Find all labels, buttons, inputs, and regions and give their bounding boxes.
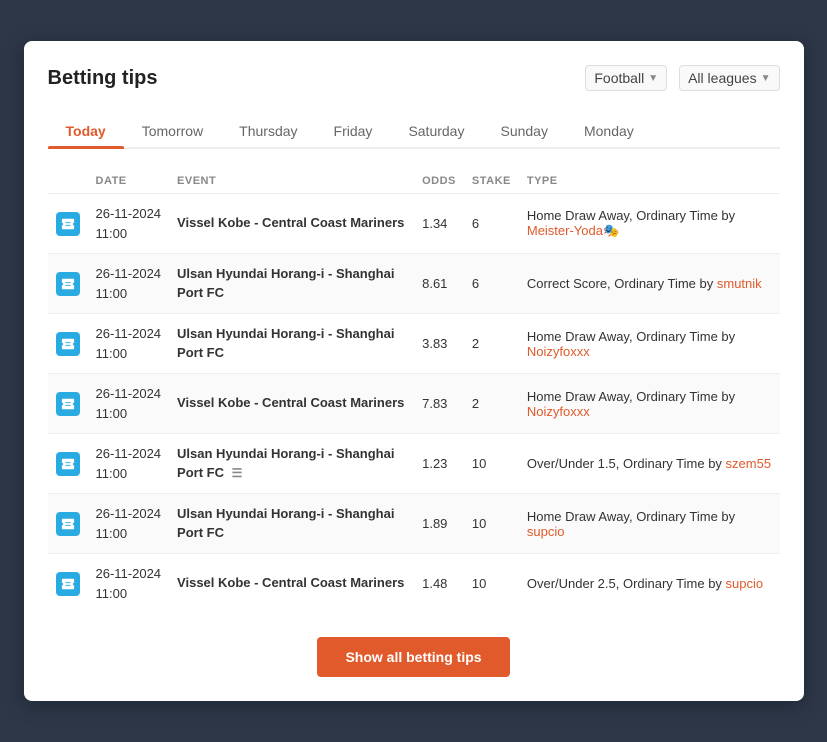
event-cell: Ulsan Hyundai Horang-i - Shanghai Port F… bbox=[169, 254, 414, 314]
col-date: DATE bbox=[88, 169, 170, 194]
ticket-icon bbox=[56, 392, 80, 416]
type-cell: Over/Under 2.5, Ordinary Time by supcio bbox=[519, 554, 780, 614]
ticket-icon bbox=[56, 272, 80, 296]
event-cell: Vissel Kobe - Central Coast Mariners bbox=[169, 374, 414, 434]
ticket-icon bbox=[56, 572, 80, 596]
sport-filter-dropdown[interactable]: Football ▼ bbox=[585, 65, 667, 91]
table-row: 26-11-202411:00Vissel Kobe - Central Coa… bbox=[48, 194, 780, 254]
ticket-icon bbox=[56, 512, 80, 536]
bet-icon-cell bbox=[48, 194, 88, 254]
author-link[interactable]: szem55 bbox=[726, 456, 772, 471]
date-cell: 26-11-202411:00 bbox=[88, 374, 170, 434]
tab-tomorrow[interactable]: Tomorrow bbox=[124, 115, 221, 147]
ticket-icon bbox=[56, 212, 80, 236]
ticket-icon bbox=[56, 452, 80, 476]
chevron-down-icon: ▼ bbox=[761, 73, 771, 84]
list-icon: ☰ bbox=[232, 465, 243, 482]
show-all-button[interactable]: Show all betting tips bbox=[317, 637, 509, 677]
odds-cell: 1.48 bbox=[414, 554, 464, 614]
stake-cell: 2 bbox=[464, 374, 519, 434]
tabs-container: TodayTomorrowThursdayFridaySaturdaySunda… bbox=[48, 115, 780, 149]
header-filters: Football ▼ All leagues ▼ bbox=[585, 65, 779, 91]
page-title: Betting tips bbox=[48, 67, 158, 90]
tab-monday[interactable]: Monday bbox=[566, 115, 652, 147]
col-odds: ODDS bbox=[414, 169, 464, 194]
stake-cell: 10 bbox=[464, 494, 519, 554]
page-header: Betting tips Football ▼ All leagues ▼ bbox=[48, 65, 780, 91]
type-cell: Home Draw Away, Ordinary Time by supcio bbox=[519, 494, 780, 554]
stake-cell: 10 bbox=[464, 434, 519, 494]
sport-filter-label: Football bbox=[594, 70, 644, 86]
event-cell: Ulsan Hyundai Horang-i - Shanghai Port F… bbox=[169, 494, 414, 554]
stake-cell: 6 bbox=[464, 194, 519, 254]
odds-cell: 1.89 bbox=[414, 494, 464, 554]
table-row: 26-11-202411:00Vissel Kobe - Central Coa… bbox=[48, 554, 780, 614]
betting-tips-card: Betting tips Football ▼ All leagues ▼ To… bbox=[24, 41, 804, 701]
tab-today[interactable]: Today bbox=[48, 115, 124, 147]
odds-cell: 1.34 bbox=[414, 194, 464, 254]
col-event: EVENT bbox=[169, 169, 414, 194]
event-cell: Ulsan Hyundai Horang-i - Shanghai Port F… bbox=[169, 434, 414, 494]
type-cell: Home Draw Away, Ordinary Time by Noizyfo… bbox=[519, 374, 780, 434]
author-link[interactable]: supcio bbox=[527, 524, 565, 539]
table-header-row: DATE EVENT ODDS STAKE TYPE bbox=[48, 169, 780, 194]
tab-saturday[interactable]: Saturday bbox=[390, 115, 482, 147]
col-type: TYPE bbox=[519, 169, 780, 194]
ticket-icon bbox=[56, 332, 80, 356]
author-link[interactable]: Noizyfoxxx bbox=[527, 404, 590, 419]
date-cell: 26-11-202411:00 bbox=[88, 314, 170, 374]
col-icon bbox=[48, 169, 88, 194]
author-link[interactable]: Noizyfoxxx bbox=[527, 344, 590, 359]
col-stake: STAKE bbox=[464, 169, 519, 194]
tab-friday[interactable]: Friday bbox=[316, 115, 391, 147]
chevron-down-icon: ▼ bbox=[648, 73, 658, 84]
odds-cell: 1.23 bbox=[414, 434, 464, 494]
bet-icon-cell bbox=[48, 374, 88, 434]
table-row: 26-11-202411:00Vissel Kobe - Central Coa… bbox=[48, 374, 780, 434]
table-row: 26-11-202411:00Ulsan Hyundai Horang-i - … bbox=[48, 254, 780, 314]
date-cell: 26-11-202411:00 bbox=[88, 194, 170, 254]
event-cell: Vissel Kobe - Central Coast Mariners bbox=[169, 554, 414, 614]
date-cell: 26-11-202411:00 bbox=[88, 254, 170, 314]
event-cell: Vissel Kobe - Central Coast Mariners bbox=[169, 194, 414, 254]
date-cell: 26-11-202411:00 bbox=[88, 554, 170, 614]
table-row: 26-11-202411:00Ulsan Hyundai Horang-i - … bbox=[48, 314, 780, 374]
table-row: 26-11-202411:00Ulsan Hyundai Horang-i - … bbox=[48, 434, 780, 494]
odds-cell: 7.83 bbox=[414, 374, 464, 434]
bet-icon-cell bbox=[48, 554, 88, 614]
league-filter-dropdown[interactable]: All leagues ▼ bbox=[679, 65, 779, 91]
bet-icon-cell bbox=[48, 494, 88, 554]
type-cell: Correct Score, Ordinary Time by smutnik bbox=[519, 254, 780, 314]
author-link[interactable]: supcio bbox=[726, 576, 764, 591]
odds-cell: 8.61 bbox=[414, 254, 464, 314]
stake-cell: 2 bbox=[464, 314, 519, 374]
event-cell: Ulsan Hyundai Horang-i - Shanghai Port F… bbox=[169, 314, 414, 374]
tab-sunday[interactable]: Sunday bbox=[482, 115, 565, 147]
date-cell: 26-11-202411:00 bbox=[88, 434, 170, 494]
author-link[interactable]: Meister-Yoda🎭 bbox=[527, 223, 619, 238]
stake-cell: 6 bbox=[464, 254, 519, 314]
tab-thursday[interactable]: Thursday bbox=[221, 115, 315, 147]
bet-icon-cell bbox=[48, 254, 88, 314]
author-link[interactable]: smutnik bbox=[717, 276, 762, 291]
league-filter-label: All leagues bbox=[688, 70, 757, 86]
type-cell: Home Draw Away, Ordinary Time by Noizyfo… bbox=[519, 314, 780, 374]
bet-icon-cell bbox=[48, 434, 88, 494]
table-row: 26-11-202411:00Ulsan Hyundai Horang-i - … bbox=[48, 494, 780, 554]
betting-table: DATE EVENT ODDS STAKE TYPE 26-11-202411:… bbox=[48, 169, 780, 613]
date-cell: 26-11-202411:00 bbox=[88, 494, 170, 554]
bet-icon-cell bbox=[48, 314, 88, 374]
stake-cell: 10 bbox=[464, 554, 519, 614]
type-cell: Home Draw Away, Ordinary Time by Meister… bbox=[519, 194, 780, 254]
odds-cell: 3.83 bbox=[414, 314, 464, 374]
type-cell: Over/Under 1.5, Ordinary Time by szem55 bbox=[519, 434, 780, 494]
